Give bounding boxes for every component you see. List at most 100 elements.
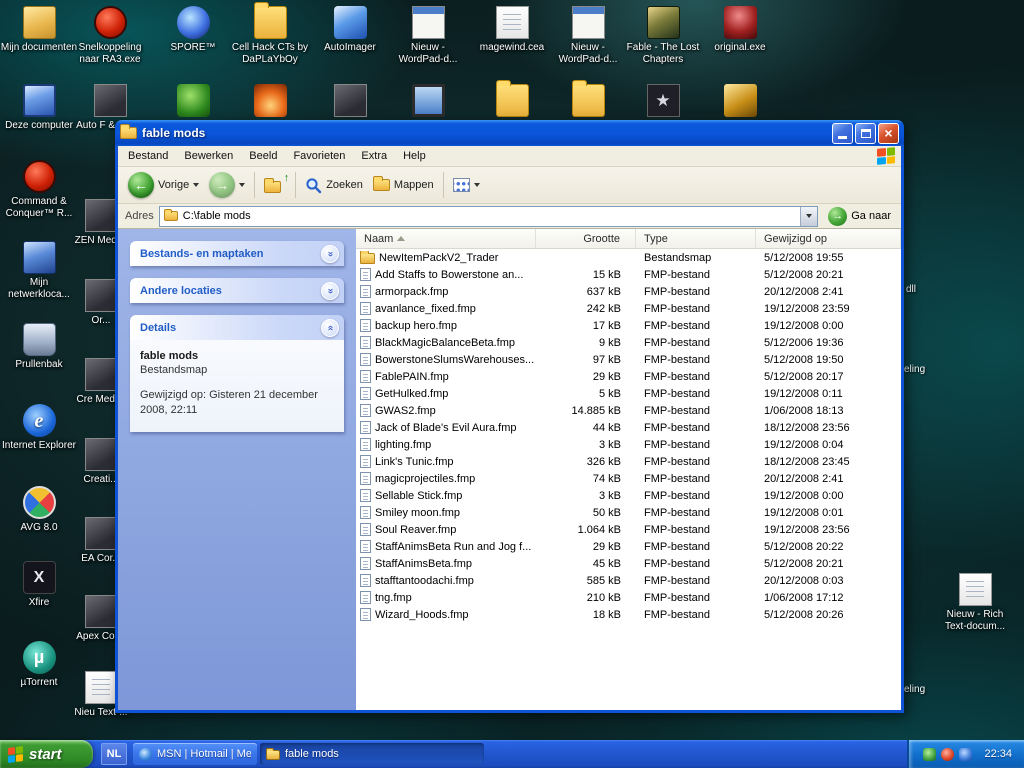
desktop-icon-image [84, 517, 118, 550]
tray-icon[interactable] [941, 747, 955, 761]
file-name: StaffAnimsBeta Run and Jog f... [375, 540, 532, 553]
window-titlebar[interactable]: fable mods × [115, 120, 904, 146]
taskbar-task-button[interactable]: MSN | Hotmail | Mess... [133, 743, 257, 765]
file-row[interactable]: StaffAnimsBeta Run and Jog f... 29 kB FM… [356, 538, 901, 555]
search-button[interactable]: Zoeken [300, 175, 368, 196]
views-button[interactable] [448, 176, 485, 194]
chevron-up-icon[interactable]: « [321, 318, 339, 337]
file-row[interactable]: Add Staffs to Bowerstone an... 15 kB FMP… [356, 266, 901, 283]
file-row[interactable]: GetHulked.fmp 5 kB FMP-bestand 19/12/200… [356, 385, 901, 402]
tray-icon[interactable] [923, 747, 937, 761]
desktop-icon[interactable] [311, 84, 389, 120]
close-button[interactable]: × [878, 122, 899, 144]
file-row[interactable]: stafftantoodachi.fmp 585 kB FMP-bestand … [356, 572, 901, 589]
file-size: 29 kB [592, 540, 621, 553]
file-row[interactable]: Jack of Blade's Evil Aura.fmp 44 kB FMP-… [356, 419, 901, 436]
desktop-icon[interactable]: original.exe [701, 6, 779, 54]
file-row[interactable]: BowerstoneSlumsWarehouses... 97 kB FMP-b… [356, 351, 901, 368]
file-row[interactable]: StaffAnimsBeta.fmp 45 kB FMP-bestand 5/1… [356, 555, 901, 572]
other-places-panel: Andere locaties » [130, 278, 344, 303]
go-button[interactable]: → Ga naar [823, 205, 896, 228]
file-row[interactable]: armorpack.fmp 637 kB FMP-bestand 20/12/2… [356, 283, 901, 300]
file-tasks-header[interactable]: Bestands- en maptaken » [130, 241, 344, 266]
file-type: FMP-bestand [644, 353, 711, 366]
taskbar: start NL MSN | Hotmail | Mess... fable m… [0, 740, 1024, 768]
file-row[interactable]: tng.fmp 210 kB FMP-bestand 1/06/2008 17:… [356, 589, 901, 606]
desktop-icon[interactable] [231, 84, 309, 120]
taskbar-task-button[interactable]: fable mods [260, 743, 484, 765]
file-name: Link's Tunic.fmp [375, 455, 454, 468]
file-name: Sellable Stick.fmp [375, 489, 463, 502]
file-row[interactable]: Soul Reaver.fmp 1.064 kB FMP-bestand 19/… [356, 521, 901, 538]
file-row[interactable]: magicprojectiles.fmp 74 kB FMP-bestand 2… [356, 470, 901, 487]
desktop-icon[interactable]: Nieuw - Rich Text-docum... [936, 573, 1014, 633]
file-row[interactable]: Wizard_Hoods.fmp 18 kB FMP-bestand 5/12/… [356, 606, 901, 623]
desktop-icon[interactable] [624, 84, 702, 120]
desktop-icon[interactable]: Cell Hack CTs by DaPLaYbOy [231, 2, 309, 66]
file-modified: 5/12/2008 20:26 [764, 608, 844, 621]
forward-button[interactable]: → [204, 170, 250, 200]
menu-item[interactable]: Extra [353, 148, 395, 164]
menu-item[interactable]: Help [395, 148, 434, 164]
file-icon [360, 608, 371, 621]
menu-item[interactable]: Bestand [120, 148, 176, 164]
desktop-icon[interactable]: Mijn documenten [0, 6, 78, 54]
maximize-button[interactable] [855, 122, 876, 144]
file-row[interactable]: avanlance_fixed.fmp 242 kB FMP-bestand 1… [356, 300, 901, 317]
column-header-size[interactable]: Grootte [536, 229, 636, 248]
minimize-button[interactable] [832, 122, 853, 144]
toolbar-separator [295, 172, 297, 198]
tray-icon[interactable] [959, 747, 973, 761]
details-header[interactable]: Details « [130, 315, 344, 340]
desktop-icon[interactable]: AutoImager [311, 6, 389, 54]
desktop-icon-image [253, 2, 287, 39]
back-button[interactable]: ← Vorige [123, 170, 204, 200]
file-row[interactable]: BlackMagicBalanceBeta.fmp 9 kB FMP-besta… [356, 334, 901, 351]
desktop-icon-image [176, 84, 210, 117]
file-name: BlackMagicBalanceBeta.fmp [375, 336, 516, 349]
column-header-name[interactable]: Naam [356, 229, 536, 248]
other-places-header[interactable]: Andere locaties » [130, 278, 344, 303]
language-indicator[interactable]: NL [101, 743, 127, 765]
desktop-icon[interactable]: magewind.cea [473, 6, 551, 54]
file-size: 17 kB [592, 319, 621, 332]
file-modified: 1/06/2008 17:12 [764, 591, 844, 604]
file-row[interactable]: backup hero.fmp 17 kB FMP-bestand 19/12/… [356, 317, 901, 334]
menu-item[interactable]: Beeld [241, 148, 285, 164]
menu-item[interactable]: Bewerken [176, 148, 241, 164]
file-row[interactable]: Sellable Stick.fmp 3 kB FMP-bestand 19/1… [356, 487, 901, 504]
desktop-icon[interactable]: Fable - The Lost Chapters [624, 6, 702, 66]
file-icon [360, 574, 371, 587]
chevron-down-icon[interactable]: » [321, 244, 339, 263]
desktop-icon[interactable] [473, 80, 551, 120]
desktop-icon-image [495, 80, 529, 117]
chevron-down-icon[interactable]: » [321, 281, 339, 300]
file-row[interactable]: Smiley moon.fmp 50 kB FMP-bestand 19/12/… [356, 504, 901, 521]
address-label: Adres [125, 210, 154, 222]
file-row[interactable]: FablePAIN.fmp 29 kB FMP-bestand 5/12/200… [356, 368, 901, 385]
address-dropdown-button[interactable] [800, 206, 818, 226]
sidebar: Bestands- en maptaken » Andere locaties … [118, 229, 356, 710]
desktop-icon[interactable]: Snelkoppeling naar RA3.exe [71, 6, 149, 66]
desktop-icon[interactable]: Nieuw - WordPad-d... [549, 6, 627, 66]
file-row[interactable]: lighting.fmp 3 kB FMP-bestand 19/12/2008… [356, 436, 901, 453]
up-button[interactable]: ↑ [259, 172, 291, 195]
file-row[interactable]: GWAS2.fmp 14.885 kB FMP-bestand 1/06/200… [356, 402, 901, 419]
desktop-icon[interactable]: Deze computer [0, 84, 78, 132]
file-row[interactable]: NewItemPackV2_Trader Bestandsmap 5/12/20… [356, 249, 901, 266]
address-input[interactable]: C:\fable mods [158, 205, 819, 227]
menu-item[interactable]: Favorieten [285, 148, 353, 164]
column-header-modified[interactable]: Gewijzigd op [756, 229, 901, 248]
details-title: Details [140, 321, 177, 334]
file-row[interactable]: Link's Tunic.fmp 326 kB FMP-bestand 18/1… [356, 453, 901, 470]
desktop-icon[interactable] [549, 80, 627, 120]
start-button[interactable]: start [0, 740, 93, 768]
column-header-type[interactable]: Type [636, 229, 756, 248]
desktop-icon[interactable]: SPORE™ [154, 6, 232, 54]
desktop-icon[interactable] [154, 84, 232, 120]
address-folder-icon [163, 209, 178, 221]
desktop-icon[interactable] [389, 84, 467, 120]
desktop-icon[interactable]: Nieuw - WordPad-d... [389, 6, 467, 66]
desktop-icon[interactable] [701, 84, 779, 120]
folders-button[interactable]: Mappen [368, 176, 439, 193]
